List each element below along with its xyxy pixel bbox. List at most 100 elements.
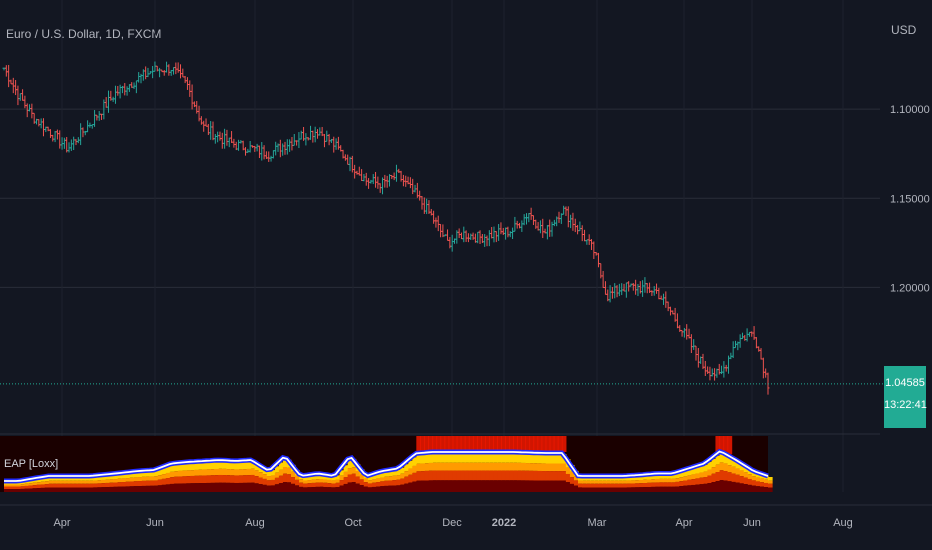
heatmap-cell bbox=[420, 480, 425, 492]
heatmap-cell bbox=[501, 480, 506, 492]
price-bar bbox=[348, 156, 352, 172]
heatmap-cell bbox=[565, 482, 571, 492]
heatmap-cell bbox=[125, 478, 130, 482]
price-bar bbox=[682, 327, 686, 338]
price-bar bbox=[631, 283, 635, 291]
price-chart[interactable]: 1.20000 1.15000 1.10000 Apr Jun Aug Oct Dec 202… bbox=[0, 0, 932, 550]
price-bar bbox=[176, 62, 180, 73]
heatmap-cell bbox=[485, 480, 490, 492]
heatmap-cell bbox=[60, 487, 66, 492]
heatmap-cell bbox=[529, 463, 535, 471]
price-bar bbox=[225, 129, 229, 146]
heatmap-cell bbox=[105, 479, 110, 483]
heatmap-cell bbox=[80, 487, 86, 492]
heatmap-cell bbox=[456, 480, 462, 492]
heatmap-cell bbox=[553, 471, 559, 481]
heatmap-cell bbox=[727, 465, 733, 473]
price-bar bbox=[162, 70, 166, 76]
heatmap-cell bbox=[513, 462, 518, 471]
heatmap-cell bbox=[695, 478, 700, 485]
heatmap-cell bbox=[189, 475, 195, 484]
heatmap-cell bbox=[234, 475, 240, 483]
heatmap-cell bbox=[202, 469, 207, 476]
heatmap-cell bbox=[638, 487, 644, 492]
heatmap-cell bbox=[573, 480, 579, 486]
time-axis-label: Mar bbox=[588, 517, 607, 529]
price-bar bbox=[761, 357, 765, 379]
heatmap-cell bbox=[234, 482, 240, 492]
heatmap-cell bbox=[258, 484, 264, 492]
heatmap-cell bbox=[598, 487, 603, 492]
heatmap-cell bbox=[133, 486, 138, 492]
heatmap-cell bbox=[137, 477, 143, 482]
heatmap-cell bbox=[489, 462, 494, 471]
price-bar bbox=[18, 93, 22, 101]
price-bar bbox=[383, 174, 387, 188]
heatmap-cell bbox=[675, 486, 680, 492]
heatmap-cell bbox=[606, 483, 611, 488]
heatmap-cell bbox=[270, 475, 276, 480]
heatmap-cell bbox=[582, 487, 587, 492]
heatmap-cell bbox=[622, 483, 628, 488]
heatmap-cell bbox=[299, 486, 304, 492]
heatmap-cell bbox=[751, 480, 757, 486]
heatmap-cell bbox=[594, 487, 599, 492]
heatmap-cell bbox=[606, 487, 611, 492]
price-bar bbox=[220, 132, 224, 149]
heatmap-cell bbox=[768, 480, 773, 484]
heatmap-cell bbox=[476, 462, 482, 471]
heatmap-cell bbox=[355, 483, 361, 492]
heatmap-cell bbox=[331, 480, 337, 484]
heatmap-cell bbox=[626, 480, 632, 484]
heatmap-cell bbox=[428, 462, 434, 471]
heatmap-cell bbox=[759, 478, 765, 483]
time-axis-label: Apr bbox=[53, 517, 70, 529]
price-bar bbox=[666, 301, 670, 312]
price-bar bbox=[545, 225, 549, 240]
price-bar bbox=[9, 79, 13, 85]
heatmap-cell bbox=[586, 483, 591, 488]
heatmap-cell bbox=[606, 480, 611, 484]
price-bar bbox=[248, 140, 252, 153]
heatmap-cell bbox=[739, 483, 745, 492]
heatmap-cell bbox=[711, 473, 717, 483]
heatmap-cell bbox=[464, 470, 470, 481]
heatmap-cell bbox=[238, 469, 244, 476]
heatmap-cell bbox=[16, 486, 21, 489]
price-bar bbox=[425, 198, 429, 215]
heatmap-cell bbox=[96, 483, 102, 488]
time-axis-label: Aug bbox=[833, 517, 853, 529]
price-bar bbox=[253, 145, 257, 152]
price-bar bbox=[487, 230, 491, 247]
price-bar bbox=[381, 177, 385, 195]
heatmap-cell bbox=[590, 487, 595, 492]
heatmap-cell bbox=[388, 476, 393, 481]
heatmap-cell bbox=[557, 480, 563, 492]
heatmap-cell bbox=[16, 489, 21, 492]
heatmap-cell bbox=[226, 475, 231, 483]
heatmap-cell bbox=[222, 468, 227, 476]
heatmap-cell bbox=[76, 480, 82, 484]
heatmap-cell bbox=[149, 476, 155, 481]
heatmap-cell bbox=[650, 482, 656, 487]
price-bar bbox=[376, 176, 380, 189]
price-bar bbox=[459, 232, 463, 240]
heatmap-cell bbox=[383, 485, 389, 492]
heatmap-cell bbox=[72, 487, 78, 492]
price-bar bbox=[211, 121, 215, 141]
heatmap-cell bbox=[392, 475, 397, 481]
heatmap-cell bbox=[582, 483, 587, 488]
price-bar bbox=[710, 368, 714, 377]
heatmap-cell bbox=[286, 474, 292, 483]
heatmap-cell bbox=[513, 436, 518, 452]
heatmap-cell bbox=[707, 469, 712, 476]
heatmap-cell bbox=[557, 471, 563, 481]
heatmap-cell bbox=[343, 477, 349, 484]
price-bar bbox=[146, 67, 150, 78]
heatmap-cell bbox=[695, 473, 700, 479]
heatmap-cell bbox=[541, 463, 547, 472]
price-bar bbox=[290, 136, 294, 151]
heatmap-cell bbox=[222, 475, 227, 483]
heatmap-cell bbox=[715, 472, 721, 482]
heatmap-cell bbox=[161, 474, 167, 479]
